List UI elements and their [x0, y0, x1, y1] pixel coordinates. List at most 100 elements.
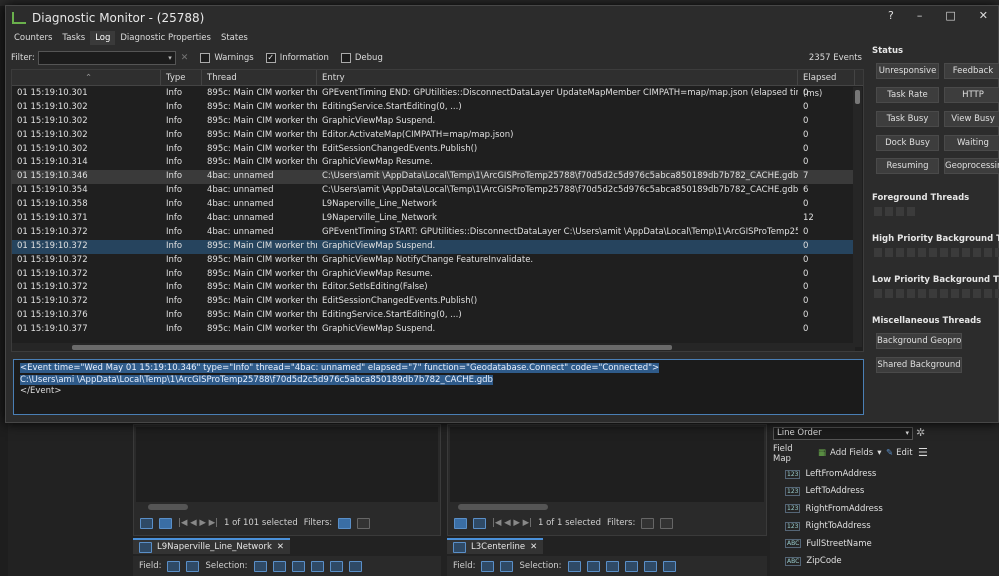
view-busy-button[interactable]: View Busy: [944, 111, 999, 127]
tab-l9naperville[interactable]: L9Naperville_Line_Network ✕: [133, 538, 291, 554]
table-row[interactable]: 01 15:19:10.302 Info 895c: Main CIM worker…: [12, 115, 855, 129]
menu-icon[interactable]: ☰: [918, 446, 928, 459]
table-row[interactable]: 01 15:19:10.301 Info 895c: Main CIM worker…: [12, 87, 855, 101]
switch-icon[interactable]: [605, 560, 619, 572]
table-row[interactable]: 01 15:19:10.372 Info 895c: Main CIM worker…: [12, 254, 855, 268]
select-by-attr-icon[interactable]: [253, 560, 267, 572]
filter-input[interactable]: ▾: [37, 51, 176, 65]
filter-icon[interactable]: [641, 517, 655, 529]
table-row[interactable]: 01 15:19:10.372 Info 4bac: unnamed GPEventT…: [12, 226, 855, 240]
line-order-dropdown[interactable]: Line Order ▾: [773, 427, 913, 440]
table-row[interactable]: 01 15:19:10.372 Info 895c: Main CIM worker…: [12, 268, 855, 282]
tab-states[interactable]: States: [215, 31, 253, 45]
zoom-to-icon[interactable]: [586, 560, 600, 572]
clear-icon[interactable]: [310, 560, 324, 572]
select-by-attr-icon[interactable]: [567, 560, 581, 572]
event-detail[interactable]: <Event time="Wed May 01 15:19:10.346" ty…: [13, 359, 864, 415]
table-row[interactable]: 01 15:19:10.354 Info 4bac: unnamed C:\Users…: [12, 184, 855, 198]
show-all-icon[interactable]: [140, 517, 153, 529]
table-row[interactable]: 01 15:19:10.372 Info 895c: Main CIM worker…: [12, 281, 855, 295]
field-list-item[interactable]: 123 LeftToAddress: [785, 486, 864, 496]
table-row[interactable]: 01 15:19:10.302 Info 895c: Main CIM worker…: [12, 129, 855, 143]
table-row[interactable]: 01 15:19:10.377 Info 895c: Main CIM worker…: [12, 323, 855, 337]
help-button[interactable]: ?: [888, 9, 894, 22]
vertical-scrollbar[interactable]: [853, 87, 862, 347]
add-fields-button[interactable]: ▦ Add Fields ▾: [818, 448, 882, 458]
first-record-icon[interactable]: |◀ ◀ ▶ ▶|: [178, 518, 218, 528]
table-row[interactable]: 01 15:19:10.371 Info 4bac: unnamed L9Naperv…: [12, 212, 855, 226]
delete-icon[interactable]: [643, 560, 657, 572]
table-row[interactable]: 01 15:19:10.376 Info 895c: Main CIM worker…: [12, 309, 855, 323]
field-list-item[interactable]: 123 RightFromAddress: [785, 504, 883, 514]
waiting-button[interactable]: Waiting: [944, 135, 999, 151]
minimize-button[interactable]: –: [917, 9, 923, 22]
copy-icon[interactable]: [662, 560, 676, 572]
field-list-item[interactable]: ABC FullStreetName: [785, 539, 872, 549]
copy-icon[interactable]: [348, 560, 362, 572]
close-icon[interactable]: ✕: [530, 542, 537, 552]
horizontal-scrollbar[interactable]: [458, 504, 548, 510]
debug-checkbox[interactable]: Debug: [340, 53, 383, 63]
dock-busy-button[interactable]: Dock Busy: [876, 135, 939, 151]
gear-icon[interactable]: ✲: [916, 426, 925, 439]
table-row[interactable]: 01 15:19:10.302 Info 895c: Main CIM worker…: [12, 143, 855, 157]
resuming-button[interactable]: Resuming: [876, 158, 939, 174]
close-icon[interactable]: ✕: [277, 542, 284, 552]
show-selected-icon[interactable]: [473, 517, 486, 529]
filter-icon[interactable]: [338, 517, 352, 529]
tab-log[interactable]: Log: [90, 31, 116, 45]
feedback-button[interactable]: Feedback: [944, 63, 999, 79]
table-row[interactable]: 01 15:19:10.314 Info 895c: Main CIM worker…: [12, 156, 855, 170]
delete-icon[interactable]: [329, 560, 343, 572]
switch-icon[interactable]: [291, 560, 305, 572]
clear-icon[interactable]: [624, 560, 638, 572]
chevron-down-icon[interactable]: ▾: [168, 54, 172, 62]
column-time[interactable]: ⌃: [12, 70, 161, 85]
show-all-icon[interactable]: [454, 517, 467, 529]
add-field-icon[interactable]: [167, 560, 181, 572]
column-thread[interactable]: Thread: [202, 70, 317, 85]
background-geoprocessing-button[interactable]: Background Geoprocessing: [876, 333, 962, 349]
geoprocessing-button[interactable]: Geoprocessing: [944, 158, 999, 174]
table-row[interactable]: 01 15:19:10.372 Info 895c: Main CIM worker…: [12, 295, 855, 309]
filter-extent-icon[interactable]: [357, 517, 371, 529]
title-bar[interactable]: Diagnostic Monitor - (25788) ? – □ ✕: [6, 6, 998, 29]
column-type[interactable]: Type: [161, 70, 202, 85]
shared-background-button[interactable]: Shared Background: [876, 357, 962, 373]
task-rate-button[interactable]: Task Rate: [876, 87, 939, 103]
scroll-thumb[interactable]: [72, 345, 672, 350]
tab-tasks[interactable]: Tasks: [57, 31, 91, 45]
close-button[interactable]: ✕: [979, 9, 988, 22]
field-list-item[interactable]: ABC ZipCode: [785, 556, 842, 566]
column-entry[interactable]: Entry: [317, 70, 798, 85]
task-busy-button[interactable]: Task Busy: [876, 111, 939, 127]
show-selected-icon[interactable]: [159, 517, 172, 529]
add-field-icon[interactable]: [481, 560, 495, 572]
high-priority-threads-label: High Priority Background Threads: [872, 234, 999, 244]
tab-counters[interactable]: Counters: [9, 31, 58, 45]
tab-diagnostic-properties[interactable]: Diagnostic Properties: [115, 31, 216, 45]
edit-button[interactable]: ✎ Edit: [886, 448, 913, 458]
maximize-button[interactable]: □: [945, 9, 955, 22]
information-checkbox[interactable]: ✓ Information: [265, 53, 329, 63]
scroll-thumb[interactable]: [855, 90, 860, 104]
field-list-item[interactable]: 123 RightToAddress: [785, 521, 871, 531]
filter-extent-icon[interactable]: [660, 517, 674, 529]
first-record-icon[interactable]: |◀ ◀ ▶ ▶|: [492, 518, 532, 528]
table-row[interactable]: 01 15:19:10.358 Info 4bac: unnamed L9Naperv…: [12, 198, 855, 212]
calculate-icon[interactable]: [500, 560, 514, 572]
calculate-icon[interactable]: [186, 560, 200, 572]
clear-filter-icon[interactable]: ✕: [181, 53, 189, 63]
warnings-checkbox[interactable]: Warnings: [200, 53, 254, 63]
tab-l3centerline[interactable]: L3Centerline ✕: [447, 538, 544, 554]
table-row[interactable]: 01 15:19:10.372 Info 895c: Main CIM worker…: [12, 239, 855, 254]
table-row[interactable]: 01 15:19:10.302 Info 895c: Main CIM worker…: [12, 101, 855, 115]
field-list-item[interactable]: 123 LeftFromAddress: [785, 469, 876, 479]
http-button[interactable]: HTTP: [944, 87, 999, 103]
horizontal-scrollbar[interactable]: [148, 504, 188, 510]
column-elapsed[interactable]: Elapsed (ms): [798, 70, 855, 99]
table-row[interactable]: 01 15:19:10.346 Info 4bac: unnamed C:\Users…: [12, 170, 855, 185]
zoom-to-icon[interactable]: [272, 560, 286, 572]
unresponsive-button[interactable]: Unresponsive: [876, 63, 939, 79]
horizontal-scrollbar[interactable]: [12, 343, 855, 351]
